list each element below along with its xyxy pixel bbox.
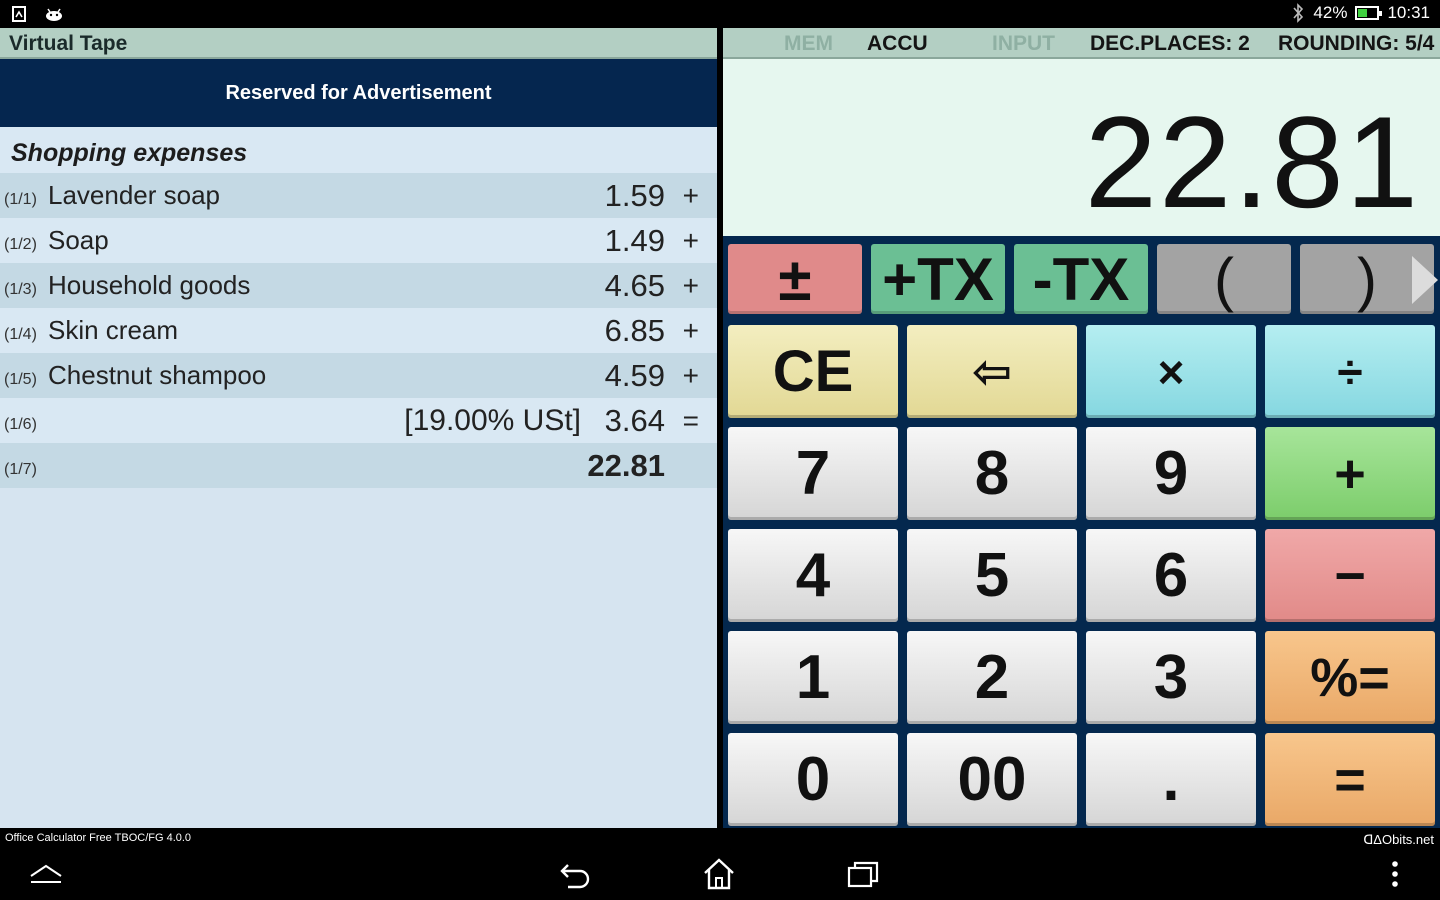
digit-3-button[interactable]: 3 (1086, 631, 1256, 724)
tape-row-index: (1/1) (4, 190, 37, 208)
tape-row-operator: + (682, 179, 699, 211)
clock: 10:31 (1387, 3, 1430, 22)
tape-row-label: Chestnut shampoo (48, 360, 267, 390)
tape-row-index: (1/6) (4, 415, 37, 433)
tape-row-index: (1/7) (4, 460, 37, 478)
tape-row[interactable]: (1/5) Chestnut shampoo 4.59 + (0, 353, 717, 398)
tape-row-value: 4.59 (604, 357, 665, 393)
tape-row-value: 3.64 (604, 402, 665, 438)
rounding-indicator: ROUNDING: 5/4 (1278, 32, 1435, 55)
calculator-panel: MEM ACCU INPUT DEC.PLACES: 2 ROUNDING: 5… (723, 28, 1440, 828)
overflow-menu-icon[interactable] (1375, 857, 1415, 891)
display-value: 22.81 (1084, 89, 1420, 235)
digit-4-button[interactable]: 4 (728, 529, 898, 622)
tape-row[interactable]: (1/6) [19.00% USt] 3.64 = (0, 398, 717, 443)
tape-row-operator: + (682, 359, 699, 391)
tape-rows: (1/1) Lavender soap 1.59 + (1/2) Soap 1.49 + (1/… (0, 173, 717, 488)
digit-9-button[interactable]: 9 (1086, 427, 1256, 520)
plus-button[interactable]: + (1265, 427, 1435, 520)
double-zero-button[interactable]: 00 (907, 733, 1077, 826)
tape-row-value: 6.85 (604, 312, 665, 348)
tape-row-label: Skin cream (48, 315, 179, 345)
tape-row-index: (1/2) (4, 235, 37, 253)
recent-apps-icon[interactable] (843, 857, 883, 891)
ad-banner[interactable]: Reserved for Advertisement (0, 59, 717, 127)
tape-row-index: (1/4) (4, 325, 37, 343)
home-icon[interactable] (699, 857, 739, 891)
tape-title[interactable]: Shopping expenses (0, 127, 717, 173)
divide-button[interactable]: ÷ (1265, 325, 1435, 418)
status-bar: 42% 10:31 (0, 0, 1440, 28)
tape-row-operator: + (682, 314, 699, 346)
tape-row[interactable]: (1/3) Household goods 4.65 + (0, 263, 717, 308)
backspace-button[interactable]: ⇦ (907, 325, 1077, 418)
digit-8-button[interactable]: 8 (907, 427, 1077, 520)
vendor-link[interactable]: ᗡΔObits.net (1363, 832, 1434, 848)
bluetooth-icon (1293, 3, 1304, 23)
android-icon (46, 8, 62, 21)
tape-row-label: Soap (48, 225, 109, 255)
battery-percent: 42% (1313, 3, 1348, 22)
input-indicator: INPUT (992, 32, 1055, 55)
multiply-button[interactable]: × (1086, 325, 1256, 418)
tape-row[interactable]: (1/4) Skin cream 6.85 + (0, 308, 717, 353)
digit-7-button[interactable]: 7 (728, 427, 898, 520)
app-version: Office Calculator Free TBOC/FG 4.0.0 (5, 832, 192, 844)
digit-1-button[interactable]: 1 (728, 631, 898, 724)
tape-row-operator: = (682, 404, 699, 436)
back-icon[interactable] (556, 857, 596, 891)
accu-indicator: ACCU (867, 32, 928, 55)
tape-row-value: 1.59 (604, 177, 665, 213)
digit-5-button[interactable]: 5 (907, 529, 1077, 622)
add-tax-button[interactable]: +TX (871, 244, 1005, 314)
tape-row[interactable]: (1/1) Lavender soap 1.59 + (0, 173, 717, 218)
decimal-point-button[interactable]: . (1086, 733, 1256, 826)
function-key-row: ± +TX -TX ( ) (723, 244, 1440, 314)
notification-icons (10, 5, 64, 23)
digit-2-button[interactable]: 2 (907, 631, 1077, 724)
more-keys-arrow-icon[interactable] (1412, 256, 1438, 304)
tape-row-tax: [19.00% USt] (404, 403, 581, 437)
virtual-tape-panel: Virtual Tape Reserved for Advertisement … (0, 28, 717, 828)
tape-header: Virtual Tape (0, 28, 717, 59)
equals-button[interactable]: = (1265, 733, 1435, 826)
percent-equals-button[interactable]: %= (1265, 631, 1435, 724)
tape-row-index: (1/3) (4, 280, 37, 298)
minus-button[interactable]: − (1265, 529, 1435, 622)
tape-row-value: 22.81 (587, 447, 665, 483)
plus-minus-button[interactable]: ± (728, 244, 862, 314)
digit-6-button[interactable]: 6 (1086, 529, 1256, 622)
calc-display: 22.81 (723, 59, 1440, 236)
dec-places-indicator: DEC.PLACES: 2 (1090, 32, 1250, 55)
tape-row-value: 4.65 (604, 267, 665, 303)
digit-0-button[interactable]: 0 (728, 733, 898, 826)
tape-row[interactable]: (1/7) 22.81 (0, 443, 717, 488)
mem-indicator: MEM (784, 32, 833, 55)
tape-row-operator: + (682, 269, 699, 301)
tape-row-index: (1/5) (4, 370, 37, 388)
tape-row-operator: + (682, 224, 699, 256)
clear-entry-button[interactable]: CE (728, 325, 898, 418)
tape-row-value: 1.49 (604, 222, 665, 258)
app-footer: Office Calculator Free TBOC/FG 4.0.0 ᗡΔO… (0, 828, 1440, 849)
calc-status-bar: MEM ACCU INPUT DEC.PLACES: 2 ROUNDING: 5… (723, 28, 1440, 59)
tape-row-label: Household goods (48, 270, 251, 300)
battery-icon (1355, 6, 1383, 20)
tape-row-label: Lavender soap (48, 180, 221, 210)
menu-up-icon[interactable] (26, 857, 66, 891)
system-nav-bar (0, 849, 1440, 900)
tape-row[interactable]: (1/2) Soap 1.49 + (0, 218, 717, 263)
open-paren-button[interactable]: ( (1157, 244, 1291, 314)
sim-icon (12, 6, 26, 22)
remove-tax-button[interactable]: -TX (1014, 244, 1148, 314)
